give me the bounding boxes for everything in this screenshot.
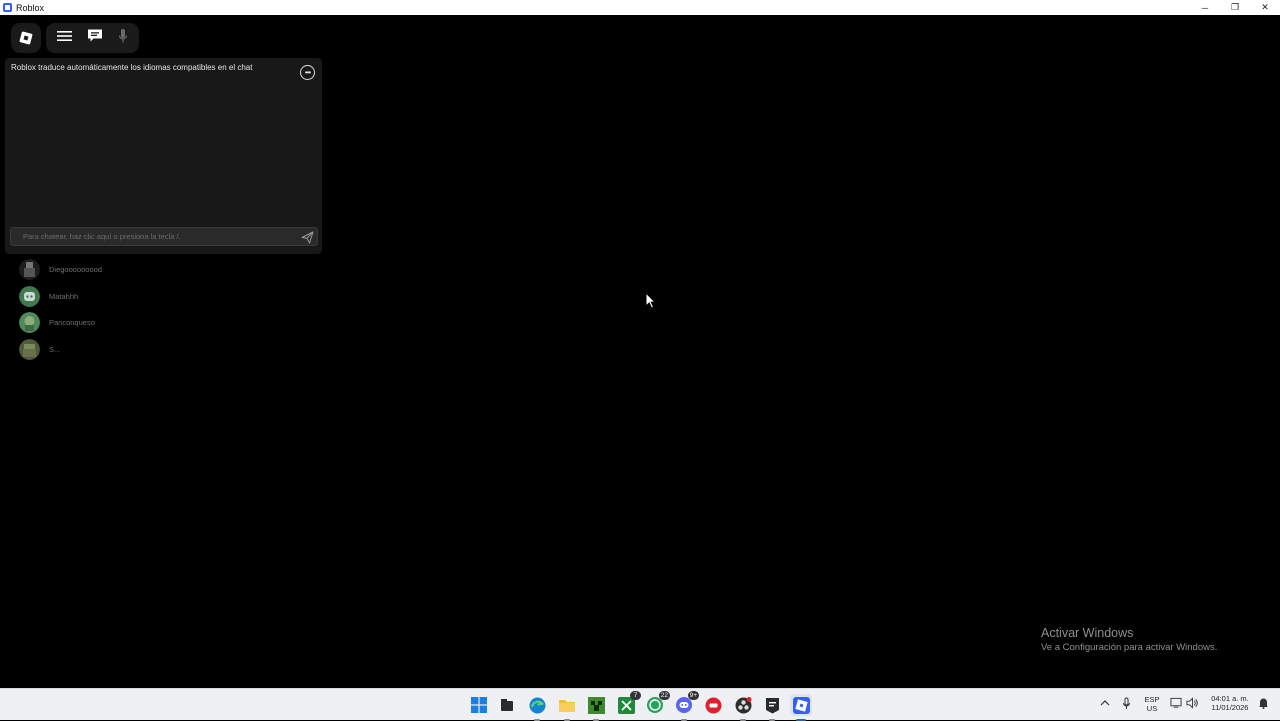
list-item[interactable]: Panconqueso <box>19 309 102 336</box>
chat-window: Roblox traduce automáticamente los idiom… <box>5 58 322 254</box>
close-button[interactable]: ✕ <box>1250 0 1280 15</box>
epic-games-icon[interactable] <box>761 694 783 721</box>
activation-heading: Activar Windows <box>1041 626 1134 640</box>
whatsapp-icon[interactable]: 22 <box>644 691 670 716</box>
volume-icon[interactable] <box>1186 697 1198 709</box>
more-options-icon: ••• <box>304 68 311 77</box>
topbar-menu-group <box>46 23 139 53</box>
microphone-tray-icon[interactable] <box>1120 697 1132 709</box>
network-icon[interactable] <box>1170 697 1182 709</box>
activation-subtext: Ve a Configuración para activar Windows. <box>1041 642 1218 653</box>
send-icon[interactable] <box>300 230 314 244</box>
avatar <box>19 258 40 280</box>
chat-system-message: Roblox traduce automáticamente los idiom… <box>11 63 253 72</box>
file-explorer-icon[interactable] <box>556 694 578 721</box>
chat-input-bar <box>10 227 318 246</box>
roblox-logo-icon <box>19 31 33 45</box>
roblox-menu-button[interactable] <box>11 23 41 53</box>
chevron-up-icon[interactable] <box>1099 697 1111 709</box>
red-app-icon[interactable] <box>702 694 724 716</box>
player-name: Panconqueso <box>49 318 95 328</box>
xbox-icon[interactable]: 7 <box>615 691 641 716</box>
mouse-cursor-icon <box>645 292 656 309</box>
windows-start-icon[interactable] <box>468 694 490 716</box>
language-line-1: ESP <box>1144 695 1160 704</box>
edge-browser-icon[interactable] <box>526 694 548 721</box>
discord-icon[interactable]: 9+ <box>673 691 699 721</box>
list-item[interactable]: Matahhh <box>19 283 102 310</box>
chat-bubble-icon[interactable] <box>87 28 103 48</box>
obs-icon[interactable] <box>732 694 754 721</box>
clock-time: 04:01 a. m. <box>1211 694 1249 703</box>
notification-badge: 22 <box>658 691 670 700</box>
maximize-button[interactable]: ❐ <box>1220 0 1250 15</box>
chat-more-options-button[interactable]: ••• <box>300 65 315 80</box>
player-name: Matahhh <box>49 291 79 301</box>
minimize-button[interactable]: ─ <box>1190 0 1220 15</box>
player-name: Diegooooooood <box>49 264 102 274</box>
roblox-window-icon <box>3 3 12 12</box>
window-titlebar: Roblox ─ ❐ ✕ <box>0 0 1280 15</box>
language-line-2: US <box>1146 704 1158 713</box>
taskbar: 7 22 9+ <box>0 688 1280 721</box>
clock-date: 11/01/2026 <box>1211 703 1249 712</box>
language-indicator[interactable]: ESP US <box>1140 695 1164 713</box>
clock[interactable]: 04:01 a. m. 11/01/2026 <box>1204 694 1256 712</box>
player-list: Diegooooooood Matahhh Panconqueso S... <box>19 256 102 363</box>
windows-activation-watermark: Activar Windows Ve a Configuración para … <box>1041 626 1217 653</box>
microphone-icon[interactable] <box>118 28 128 49</box>
list-item[interactable]: Diegooooooood <box>19 256 102 283</box>
avatar <box>19 338 40 360</box>
notification-badge: 9+ <box>687 691 699 700</box>
notifications-bell-icon[interactable] <box>1257 697 1269 709</box>
notification-badge: 7 <box>630 691 641 700</box>
file-manager-icon[interactable] <box>496 694 518 716</box>
chat-input[interactable] <box>11 228 291 245</box>
hamburger-menu-icon[interactable] <box>57 29 73 47</box>
window-controls: ─ ❐ ✕ <box>1190 0 1280 15</box>
list-item[interactable]: S... <box>19 336 102 363</box>
avatar <box>19 285 40 307</box>
window-title: Roblox <box>16 2 45 13</box>
minecraft-icon[interactable] <box>585 694 607 721</box>
avatar <box>19 312 40 334</box>
roblox-app-icon[interactable] <box>790 694 812 721</box>
player-name: S... <box>49 344 61 354</box>
